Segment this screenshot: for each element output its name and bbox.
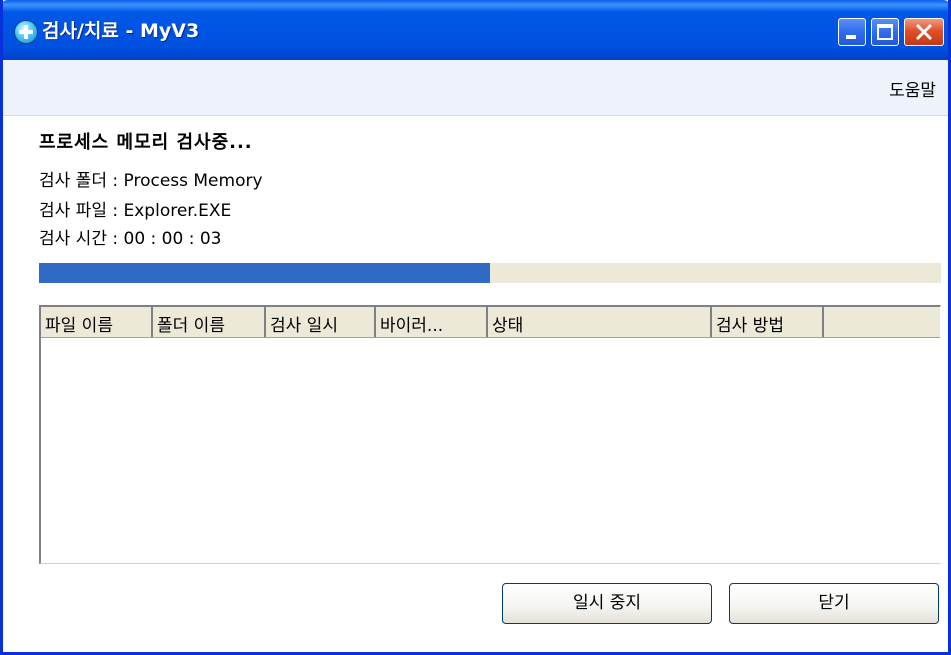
scan-window: 검사/치료 - MyV3 도움말 프로세스 메모리 검사중... 검사 폴더 :… (0, 0, 951, 655)
title-bar[interactable]: 검사/치료 - MyV3 (3, 0, 948, 60)
window-title: 검사/치료 - MyV3 (42, 20, 200, 42)
column-header-scan-date[interactable]: 검사 일시 (266, 307, 376, 337)
menu-bar: 도움말 (3, 60, 948, 116)
scan-time-info: 검사 시간 : 00 : 00 : 03 (39, 229, 222, 249)
pause-button[interactable]: 일시 중지 (502, 583, 712, 624)
scan-status-heading: 프로세스 메모리 검사중... (39, 132, 253, 153)
menu-help[interactable]: 도움말 (889, 76, 936, 101)
results-list-header: 파일 이름 폴더 이름 검사 일시 바이러... 상태 검사 방법 (41, 307, 940, 338)
maximize-icon (877, 24, 893, 40)
minimize-icon (846, 35, 856, 39)
scan-progress-fill (39, 263, 490, 283)
close-button[interactable]: 닫기 (729, 583, 939, 624)
minimize-button[interactable] (838, 18, 866, 46)
scan-folder-info: 검사 폴더 : Process Memory (39, 171, 263, 191)
results-list-body[interactable] (41, 338, 940, 563)
column-header-status[interactable]: 상태 (488, 307, 712, 337)
maximize-button[interactable] (871, 18, 899, 46)
results-list[interactable]: 파일 이름 폴더 이름 검사 일시 바이러... 상태 검사 방법 (39, 305, 941, 564)
plus-circle-icon (14, 20, 38, 44)
close-window-button[interactable] (904, 18, 944, 46)
column-header-filler (824, 307, 940, 337)
column-header-file-name[interactable]: 파일 이름 (41, 307, 153, 337)
column-header-virus[interactable]: 바이러... (376, 307, 488, 337)
scan-file-info: 검사 파일 : Explorer.EXE (39, 201, 232, 221)
column-header-folder-name[interactable]: 폴더 이름 (153, 307, 266, 337)
column-header-scan-method[interactable]: 검사 방법 (712, 307, 824, 337)
close-icon (915, 23, 933, 41)
scan-progress-bar (39, 263, 941, 283)
